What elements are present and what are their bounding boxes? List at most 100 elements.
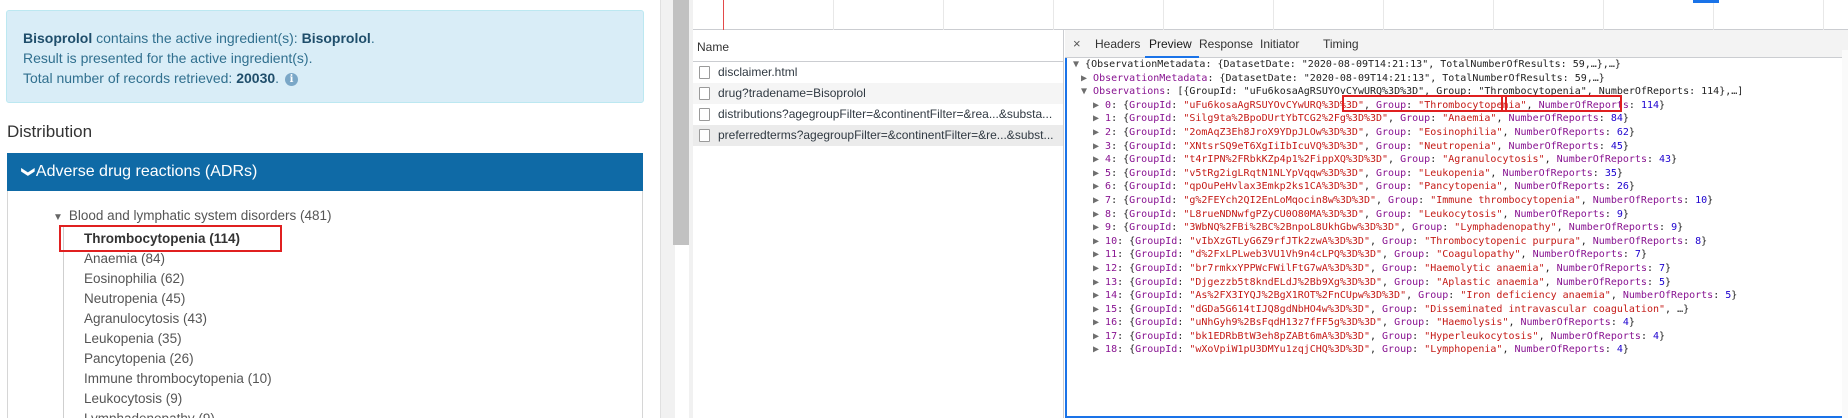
json-groupid: "2omAqZ3Eh8JroX9YDpJLOw%3D%3D"	[1183, 126, 1364, 138]
devtools-network-panel: Name disclaimer.html drug?tradename=Bisop…	[693, 0, 1848, 418]
json-index: 15	[1105, 303, 1118, 315]
request-row[interactable]: preferredterms?agegroupFilter=&continent…	[693, 125, 1063, 146]
tab-preview[interactable]: Preview	[1149, 30, 1192, 58]
soc-node[interactable]: ▼ Blood and lymphatic system disorders (4…	[53, 208, 332, 223]
preview-scrollbar[interactable]	[1842, 50, 1848, 418]
json-groupid: "t4rIPN%2FRbkKZp4p1%2FippXQ%3D%3D"	[1183, 154, 1389, 166]
json-groupid: "XNtsrSQ9eT6XgIiIbIcuVQ%3D%3D"	[1183, 140, 1364, 152]
triangle-right-icon: ▶	[1093, 208, 1106, 220]
json-observation-row[interactable]: ▶ 2: {GroupId: "2omAqZ3Eh8JroX9YDpJLOw%3…	[1073, 126, 1743, 140]
json-observation-row[interactable]: ▶ 16: {GroupId: "uNhGyh9%2BsFqdH13z7fFF5…	[1073, 316, 1743, 330]
json-line[interactable]: ▼ {ObservationMetadata: {DatasetDate: "2…	[1073, 58, 1743, 72]
json-group: "Immune thrombocytopenia"	[1430, 194, 1581, 206]
json-number: 84	[1610, 113, 1623, 125]
preferred-term-item[interactable]: Neutropenia (45)	[84, 289, 272, 309]
request-name: distributions?agegroupFilter=&continentF…	[718, 107, 1053, 121]
json-line[interactable]: ▶ ObservationMetadata: {DatasetDate: "20…	[1073, 72, 1743, 86]
json-index: 10	[1105, 235, 1118, 247]
json-group: "Coagulopathy"	[1436, 249, 1521, 261]
json-index: 18	[1105, 344, 1118, 356]
triangle-right-icon: ▶	[1093, 290, 1106, 302]
info-period: .	[370, 30, 375, 46]
json-root: {ObservationMetadata: {DatasetDate: "202…	[1085, 59, 1621, 70]
preferred-term-item[interactable]: Lymphadenopathy (9)	[84, 409, 272, 418]
highlight-group	[1342, 95, 1507, 112]
json-observation-row[interactable]: ▶ 6: {GroupId: "qpOuPeHvlax3Emkp2ks1CA%3…	[1073, 180, 1743, 194]
timeline-load-marker	[723, 0, 724, 30]
triangle-right-icon: ▶	[1093, 344, 1106, 356]
json-observation-row[interactable]: ▶ 11: {GroupId: "d%2FxLPLweb3VU1Vh9n4cLP…	[1073, 248, 1743, 262]
request-rows: disclaimer.html drug?tradename=Bisoprolol…	[693, 62, 1063, 146]
triangle-right-icon: ▶	[1093, 99, 1106, 111]
screen: Bisoprolol contains the active ingredien…	[0, 0, 1848, 418]
json-observation-row[interactable]: ▶ 17: {GroupId: "bk1EDRbBtW3eh8pZABt6mA%…	[1073, 330, 1743, 344]
json-observation-row[interactable]: ▶ 4: {GroupId: "t4rIPN%2FRbkKZp4p1%2Fipp…	[1073, 153, 1743, 167]
info-line-2: Result is presented for the active ingre…	[23, 50, 313, 66]
drug-name: Bisoprolol	[23, 30, 93, 46]
tab-timing[interactable]: Timing	[1323, 30, 1359, 58]
json-observation-row[interactable]: ▶ 7: {GroupId: "g%2FEYch2QI2EnLoMqocin8w…	[1073, 194, 1743, 208]
json-group: "Disseminated intravascular coagulation"	[1424, 303, 1666, 315]
json-groupid: "vIbXzGTLyG6Z9rfJTk2zwA%3D%3D"	[1189, 235, 1370, 247]
info-icon[interactable]: i	[285, 72, 299, 86]
triangle-right-icon: ▶	[1093, 222, 1106, 234]
file-icon	[699, 108, 710, 121]
json-number: 43	[1659, 154, 1672, 166]
json-observation-row[interactable]: ▶ 15: {GroupId: "dGDa5G614tIJQ8gdNbHO4w%…	[1073, 303, 1743, 317]
json-group: "Lymphadenopathy"	[1454, 222, 1557, 234]
json-index: 11	[1105, 249, 1118, 261]
json-groupid: "v5tRg2igLRqtN1NLYpVqqw%3D%3D"	[1183, 167, 1364, 179]
json-observation-row[interactable]: ▶ 9: {GroupId: "3WbNQ%2FBi%2BC%2BnpoL8Uk…	[1073, 221, 1743, 235]
json-observation-row[interactable]: ▶ 12: {GroupId: "br7rmkxYPPWcFWilFtG7wA%…	[1073, 262, 1743, 276]
preferred-term-item[interactable]: Agranulocytosis (43)	[84, 309, 272, 329]
triangle-right-icon: ▶	[1093, 181, 1106, 193]
preferred-term-item[interactable]: Immune thrombocytopenia (10)	[84, 369, 272, 389]
json-observation-row[interactable]: ▶ 18: {GroupId: "wXoVpiW1pU3DMYu1zqjCHQ%…	[1073, 343, 1743, 357]
tab-response[interactable]: Response	[1199, 30, 1253, 58]
request-row[interactable]: distributions?agegroupFilter=&continentF…	[693, 104, 1063, 125]
json-index: 13	[1105, 276, 1118, 288]
preferred-term-item[interactable]: Leukopenia (35)	[84, 329, 272, 349]
json-value: {DatasetDate: "2020-08-09T14:21:13", Tot…	[1219, 72, 1605, 84]
total-period: .	[275, 70, 280, 86]
triangle-right-icon: ▶	[1093, 194, 1106, 206]
json-observation-row[interactable]: ▶ 1: {GroupId: "Silg9ta%2BpoDUrtYbTCG2%2…	[1073, 112, 1743, 126]
json-observation-row[interactable]: ▶ 14: {GroupId: "As%2FX3IYQJ%2BgX1ROT%2F…	[1073, 289, 1743, 303]
triangle-down-icon: ▼	[1081, 86, 1094, 98]
triangle-down-icon[interactable]: ▼	[53, 212, 63, 223]
file-icon	[699, 87, 710, 100]
timeline-request-bar	[1693, 0, 1719, 3]
triangle-right-icon: ▶	[1093, 249, 1106, 261]
json-number: 35	[1604, 167, 1617, 179]
json-group: "Pancytopenia"	[1418, 181, 1503, 193]
json-observation-row[interactable]: ▶ 8: {GroupId: "L8rueNDNwfgPZyCU0O80MA%3…	[1073, 208, 1743, 222]
request-list: Name disclaimer.html drug?tradename=Bisop…	[693, 30, 1064, 418]
highlight-thrombocytopenia	[59, 225, 282, 252]
network-timeline[interactable]	[693, 0, 1848, 30]
preferred-term-item[interactable]: Pancytopenia (26)	[84, 349, 272, 369]
preferred-term-item[interactable]: Leukocytosis (9)	[84, 389, 272, 409]
name-column-header[interactable]: Name	[693, 30, 1063, 62]
preferred-term-item[interactable]: Eosinophilia (62)	[84, 269, 272, 289]
json-observation-row[interactable]: ▶ 10: {GroupId: "vIbXzGTLyG6Z9rfJTk2zwA%…	[1073, 235, 1743, 249]
preferred-term-item[interactable]: Anaemia (84)	[84, 249, 272, 269]
request-row[interactable]: disclaimer.html	[693, 62, 1063, 83]
request-row[interactable]: drug?tradename=Bisoprolol	[693, 83, 1063, 104]
tab-headers[interactable]: Headers	[1095, 30, 1140, 58]
json-number: 62	[1616, 126, 1629, 138]
json-groupid: "L8rueNDNwfgPZyCU0O80MA%3D%3D"	[1183, 208, 1364, 220]
json-observation-row[interactable]: ▶ 13: {GroupId: "Djgezzb5t8kndELdJ%2Bb9X…	[1073, 276, 1743, 290]
page-scrollbar-thumb[interactable]	[673, 0, 689, 245]
triangle-right-icon: ▶	[1093, 140, 1106, 152]
json-preview: ▼ {ObservationMetadata: {DatasetDate: "2…	[1065, 58, 1848, 418]
request-detail-pane: × Headers Preview Response Initiator Tim…	[1065, 30, 1848, 418]
json-observation-row[interactable]: ▶ 5: {GroupId: "v5tRg2igLRqtN1NLYpVqqw%3…	[1073, 167, 1743, 181]
detail-tabs: × Headers Preview Response Initiator Tim…	[1065, 30, 1848, 58]
file-icon	[699, 129, 710, 142]
adr-accordion-header[interactable]: ❯Adverse drug reactions (ADRs)	[7, 153, 643, 191]
json-number: 45	[1610, 140, 1623, 152]
tab-initiator[interactable]: Initiator	[1260, 30, 1299, 58]
json-observation-row[interactable]: ▶ 3: {GroupId: "XNtsrSQ9eT6XgIiIbIcuVQ%3…	[1073, 140, 1743, 154]
json-group: "Eosinophilia"	[1418, 126, 1503, 138]
close-icon[interactable]: ×	[1073, 30, 1081, 58]
